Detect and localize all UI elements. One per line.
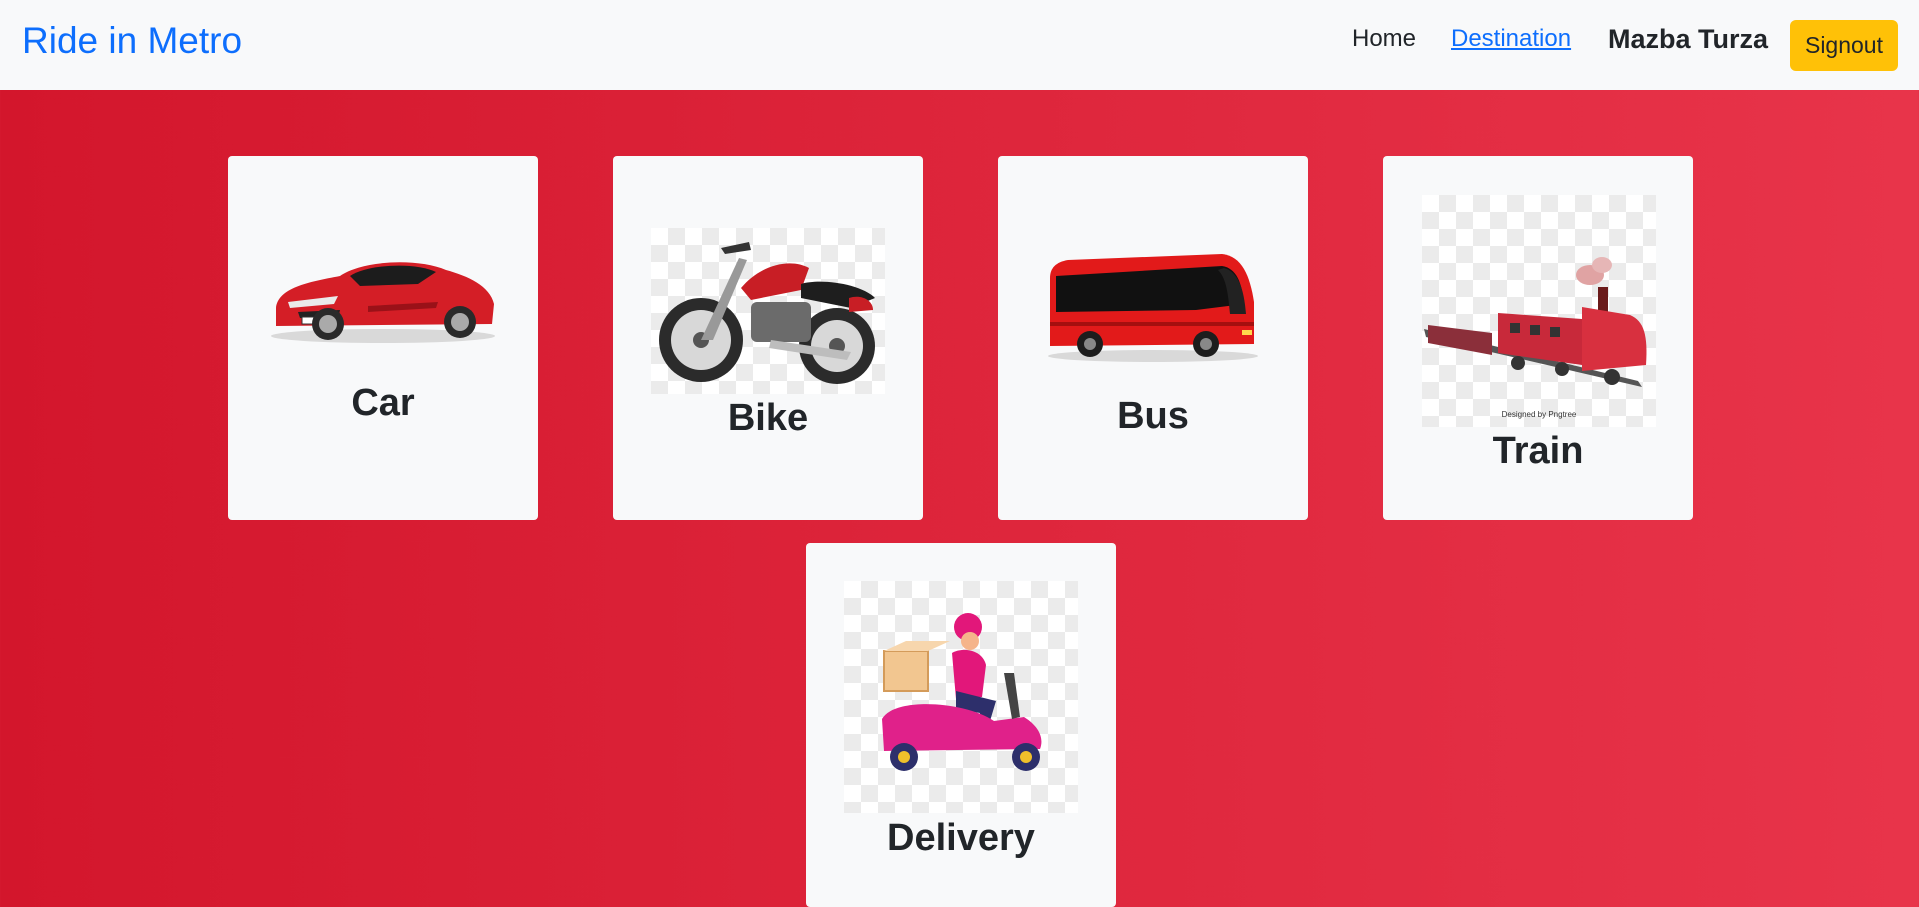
user-name: Mazba Turza	[1608, 24, 1769, 54]
signout-button[interactable]: Signout	[1790, 20, 1898, 71]
bus-image	[1046, 252, 1260, 364]
motorcycle-image	[651, 228, 885, 394]
ride-card-delivery[interactable]: Delivery	[806, 543, 1116, 907]
ride-card-bus[interactable]: Bus	[998, 156, 1308, 520]
navbar: Ride in Metro Home Destination Mazba Tur…	[0, 0, 1919, 90]
card-label: Bike	[727, 397, 809, 439]
card-label: Train	[1492, 430, 1584, 472]
delivery-scooter-image	[844, 581, 1078, 813]
car-image	[268, 246, 498, 346]
train-image: Designed by Pngtree	[1422, 195, 1656, 427]
nav-link-home[interactable]: Home	[1352, 25, 1416, 53]
ride-card-train[interactable]: Designed by Pngtree Train	[1383, 156, 1693, 520]
card-label: Bus	[1117, 395, 1189, 437]
ride-card-car[interactable]: Car	[228, 156, 538, 520]
brand-logo-link[interactable]: Ride in Metro	[22, 20, 242, 62]
ride-card-bike[interactable]: Bike	[613, 156, 923, 520]
nav-link-destination[interactable]: Destination	[1451, 25, 1571, 53]
image-credit: Designed by Pngtree	[1501, 410, 1577, 419]
card-label: Delivery	[887, 817, 1035, 859]
card-label: Car	[351, 382, 415, 424]
